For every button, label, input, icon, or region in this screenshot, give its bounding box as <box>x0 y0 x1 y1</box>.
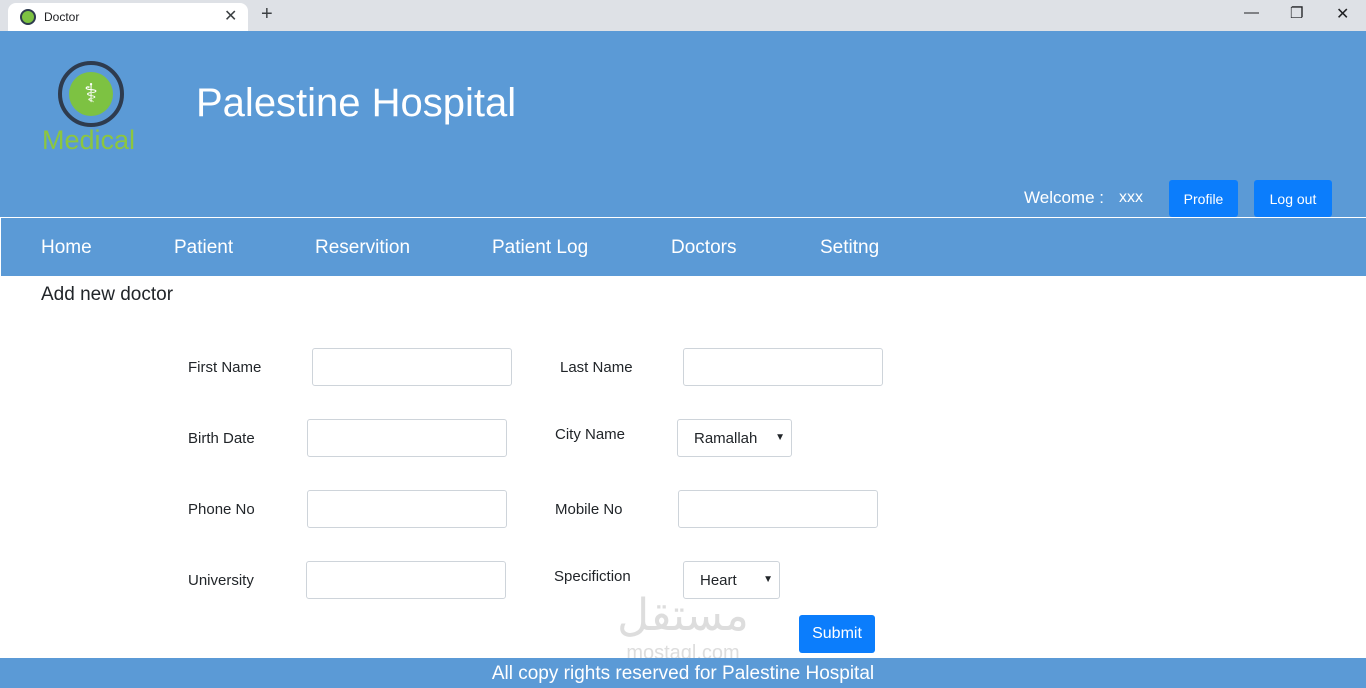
phone-input[interactable] <box>307 490 507 528</box>
logout-button[interactable]: Log out <box>1254 180 1332 217</box>
university-label: University <box>188 572 254 589</box>
phone-label: Phone No <box>188 501 255 518</box>
site-footer: All copy rights reserved for Palestine H… <box>0 658 1366 688</box>
browser-tab[interactable]: Doctor ✕ <box>8 3 248 31</box>
nav-item-setting[interactable]: Setitng <box>820 237 879 259</box>
watermark: مستقل mostaql.com <box>600 590 766 664</box>
logo-text: Medical <box>42 125 136 155</box>
site-title: Palestine Hospital <box>196 81 517 125</box>
birth-date-input[interactable] <box>307 419 507 457</box>
nav-item-home[interactable]: Home <box>41 237 92 259</box>
welcome-username: xxx <box>1119 189 1143 206</box>
watermark-arabic: مستقل <box>617 590 749 641</box>
new-tab-icon[interactable]: + <box>261 3 273 26</box>
city-select-value: Ramallah <box>694 430 758 447</box>
specification-label: Specifiction <box>554 568 631 585</box>
university-input[interactable] <box>306 561 506 599</box>
birth-date-label: Birth Date <box>188 430 255 447</box>
first-name-input[interactable] <box>312 348 512 386</box>
first-name-label: First Name <box>188 359 262 376</box>
caduceus-icon: ⚕ <box>69 72 113 116</box>
browser-chrome: Doctor ✕ + — ❐ ✕ <box>0 0 1366 31</box>
restore-icon[interactable]: ❐ <box>1290 4 1303 22</box>
medical-logo: ⚕ Medical <box>40 59 144 159</box>
last-name-input[interactable] <box>683 348 883 386</box>
footer-text: All copy rights reserved for Palestine H… <box>491 663 875 684</box>
mobile-label: Mobile No <box>555 501 623 518</box>
minimize-icon[interactable]: — <box>1244 4 1259 21</box>
city-select[interactable]: Ramallah ▼ <box>677 419 792 457</box>
page-title: Add new doctor <box>41 284 174 305</box>
nav-item-doctors[interactable]: Doctors <box>671 237 736 259</box>
chevron-down-icon: ▼ <box>775 432 785 443</box>
city-name-label: City Name <box>555 426 626 443</box>
nav-item-patient-log[interactable]: Patient Log <box>492 237 588 259</box>
main-nav: Home Patient Reservition Patient Log Doc… <box>1 218 1366 276</box>
tab-close-icon[interactable]: ✕ <box>224 6 237 26</box>
submit-button[interactable]: Submit <box>799 615 875 653</box>
welcome-label: Welcome : <box>1024 188 1104 207</box>
nav-item-patient[interactable]: Patient <box>174 237 233 259</box>
chevron-down-icon: ▼ <box>763 574 773 585</box>
nav-item-reservition[interactable]: Reservition <box>315 237 410 259</box>
last-name-label: Last Name <box>560 359 633 376</box>
mobile-input[interactable] <box>678 490 878 528</box>
tab-title: Doctor <box>44 10 80 24</box>
favicon-icon <box>20 9 36 25</box>
profile-button[interactable]: Profile <box>1169 180 1238 217</box>
site-header: ⚕ Medical Palestine Hospital Welcome : x… <box>0 31 1366 217</box>
specification-select-value: Heart <box>700 572 737 589</box>
window-close-icon[interactable]: ✕ <box>1336 4 1349 24</box>
